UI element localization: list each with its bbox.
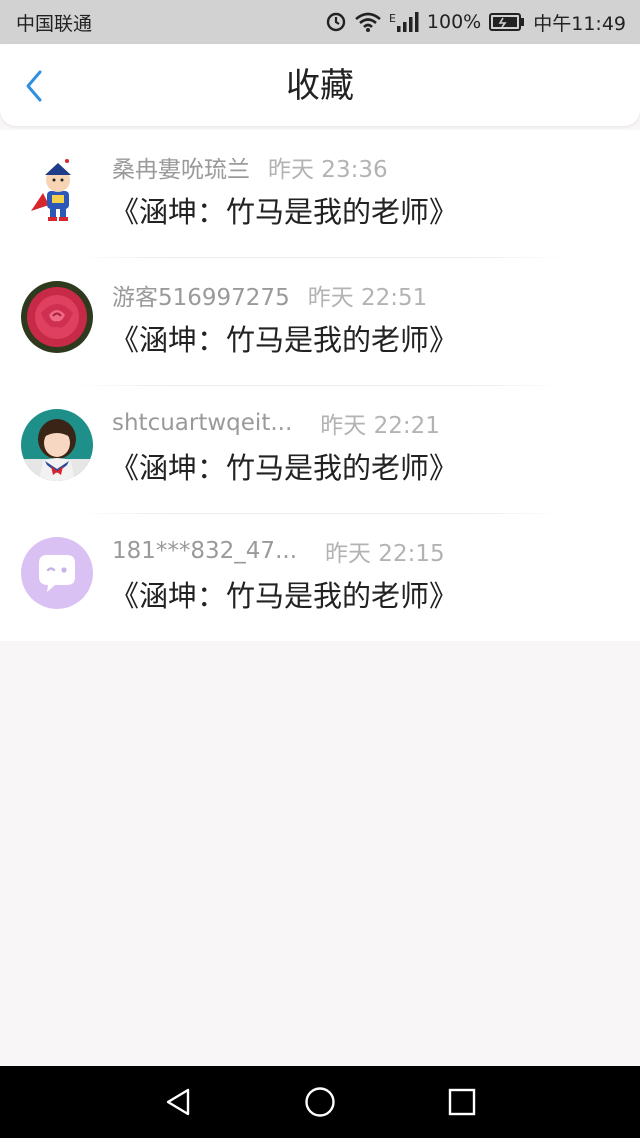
list-item[interactable]: 桑冉婁吮琉兰 昨天 23:36 《涵坤：竹马是我的老师》 <box>0 130 640 258</box>
username: shtcuartwqeit... <box>112 410 293 436</box>
list-item[interactable]: 游客516997275 昨天 22:51 《涵坤：竹马是我的老师》 <box>0 258 640 386</box>
cellular-signal-icon: E <box>389 12 419 32</box>
timestamp: 昨天 23:36 <box>268 157 388 183</box>
username: 游客516997275 <box>112 285 290 311</box>
favorite-title: 《涵坤：竹马是我的老师》 <box>110 195 459 229</box>
username: 181***832_47... <box>112 538 297 564</box>
girl-photo-icon <box>21 409 93 481</box>
timestamp: 昨天 22:15 <box>325 541 445 567</box>
timestamp: 昨天 22:21 <box>320 413 440 439</box>
clock: 中午11:49 <box>533 12 626 35</box>
item-meta: 181***832_47... 昨天 22:15 <box>112 536 445 567</box>
wifi-icon <box>355 12 381 32</box>
square-recents-icon <box>448 1088 476 1116</box>
triangle-back-icon <box>166 1088 190 1116</box>
avatar <box>21 537 93 609</box>
username: 桑冉婁吮琉兰 <box>112 157 250 183</box>
nav-home-button[interactable] <box>302 1084 338 1120</box>
chat-bubble-icon <box>21 537 93 609</box>
favorite-title: 《涵坤：竹马是我的老师》 <box>110 323 459 357</box>
rose-icon <box>21 281 93 353</box>
navigation-bar <box>0 1066 640 1138</box>
battery-icon <box>489 13 525 31</box>
item-meta: 游客516997275 昨天 22:51 <box>112 280 428 311</box>
network-type-label: E <box>388 12 396 25</box>
favorites-list: 桑冉婁吮琉兰 昨天 23:36 《涵坤：竹马是我的老师》 游客516997275… <box>0 130 640 641</box>
status-indicators: E 100% 中午11:49 <box>325 9 626 36</box>
nav-recents-button[interactable] <box>444 1084 480 1120</box>
avatar <box>21 281 93 353</box>
list-item[interactable]: 181***832_47... 昨天 22:15 《涵坤：竹马是我的老师》 <box>0 514 640 641</box>
carrier-label: 中国联通 <box>16 12 93 35</box>
header: 收藏 <box>0 44 640 126</box>
avatar <box>21 153 93 225</box>
nav-back-button[interactable] <box>160 1084 196 1120</box>
battery-percent: 100% <box>426 11 482 33</box>
superman-cartoon-icon <box>21 153 93 225</box>
status-bar: 中国联通 E 100% 中午11:49 <box>0 0 640 44</box>
item-meta: 桑冉婁吮琉兰 昨天 23:36 <box>112 152 388 183</box>
circle-home-icon <box>305 1087 335 1117</box>
page-title: 收藏 <box>286 66 354 106</box>
list-item[interactable]: shtcuartwqeit... 昨天 22:21 《涵坤：竹马是我的老师》 <box>0 386 640 514</box>
item-meta: shtcuartwqeit... 昨天 22:21 <box>112 408 440 439</box>
favorite-title: 《涵坤：竹马是我的老师》 <box>110 579 459 613</box>
timestamp: 昨天 22:51 <box>307 285 428 311</box>
alarm-icon <box>325 11 347 33</box>
avatar <box>21 409 93 481</box>
favorite-title: 《涵坤：竹马是我的老师》 <box>110 451 459 485</box>
